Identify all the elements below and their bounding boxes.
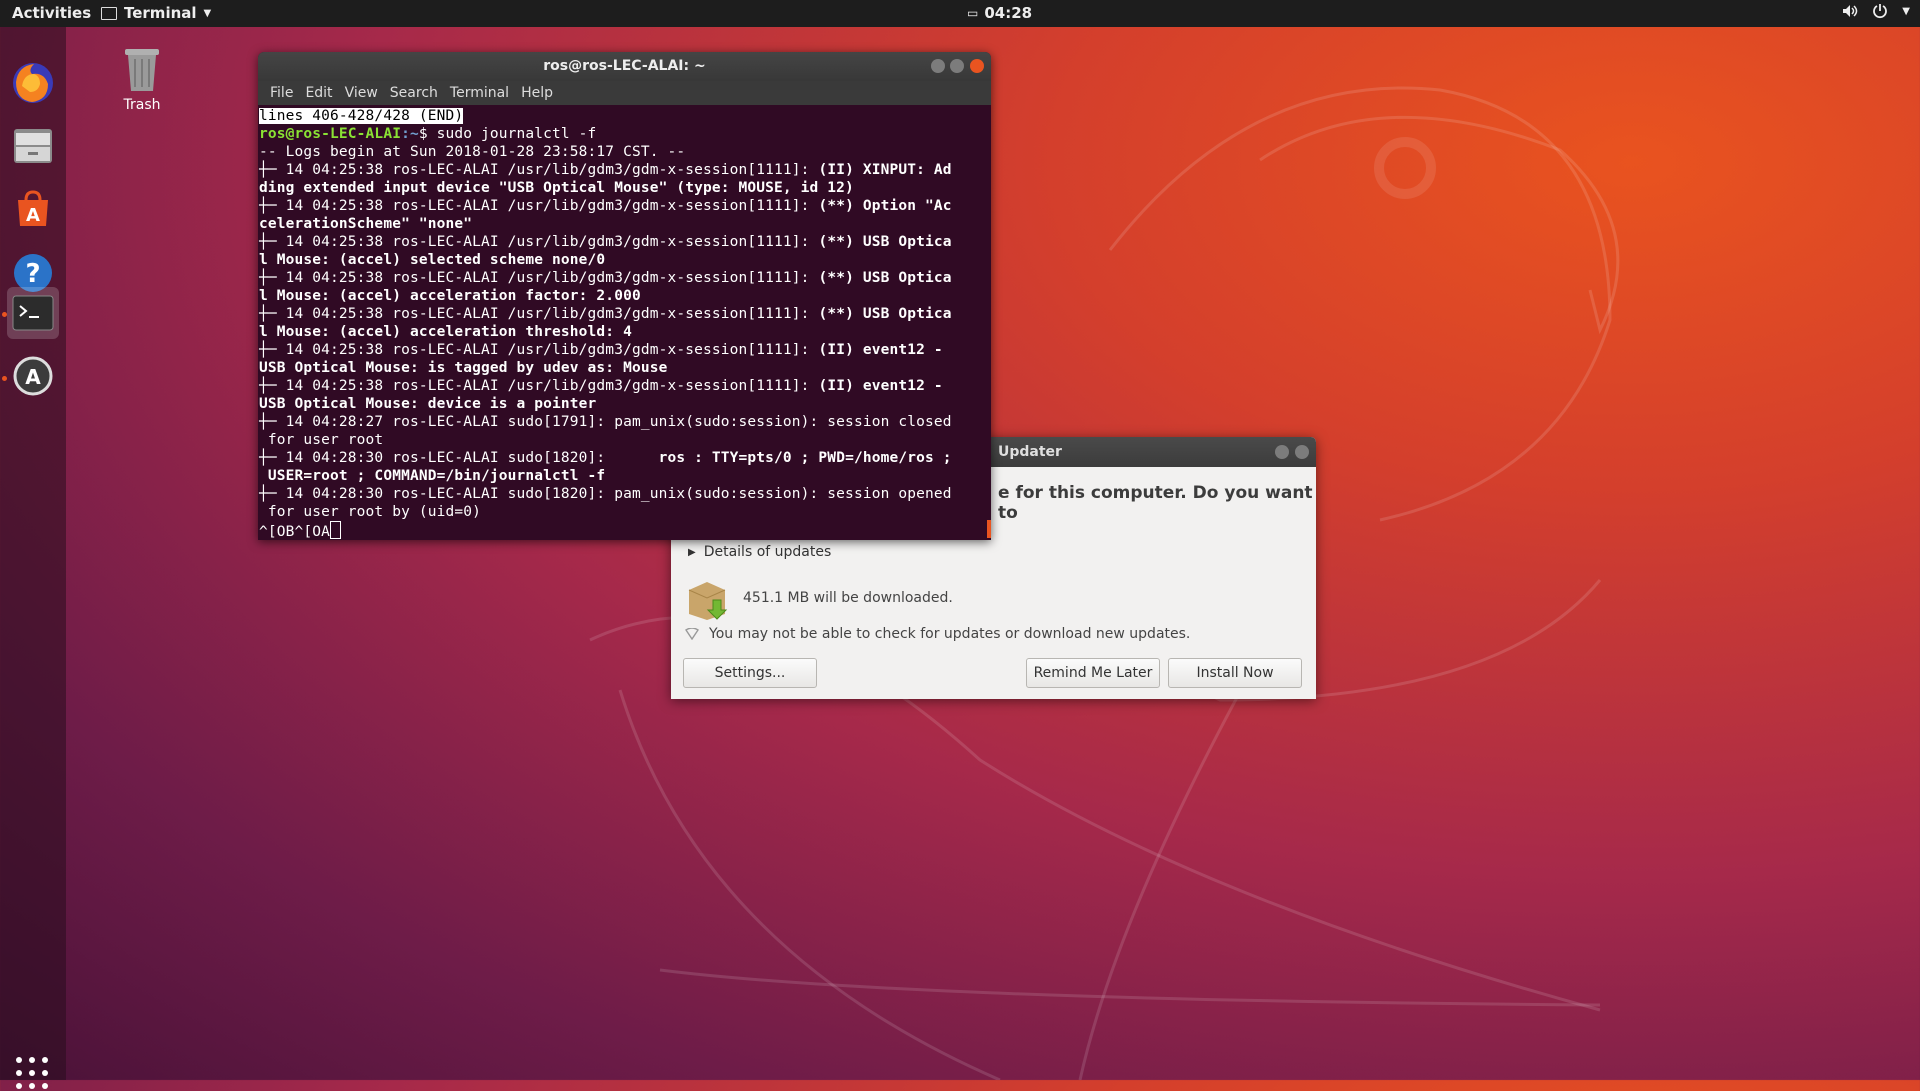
clock-time: 04:28 — [984, 4, 1033, 22]
minimize-button[interactable] — [1275, 445, 1289, 459]
log-line: ┼─ 14 04:25:38 ros-LEC-ALAI /usr/lib/gdm… — [259, 342, 943, 358]
details-label: Details of updates — [703, 544, 832, 560]
log-line: USER=root ; COMMAND=/bin/journalctl -f — [259, 468, 606, 484]
minimize-button[interactable] — [931, 59, 945, 73]
log-line: USB Optical Mouse: device is a pointer — [259, 396, 597, 412]
log-line: ┼─ 14 04:28:30 ros-LEC-ALAI sudo[1820]: … — [259, 486, 952, 502]
trash-desktop-icon[interactable]: Trash — [112, 45, 172, 113]
log-line: for user root by (uid=0) — [259, 504, 481, 520]
terminal-icon — [12, 295, 54, 331]
activities-button[interactable]: Activities — [12, 4, 91, 22]
firefox-icon — [13, 63, 53, 103]
terminal-small-icon — [101, 6, 117, 20]
volume-icon[interactable] — [1842, 4, 1858, 18]
log-line: ┼─ 14 04:25:38 ros-LEC-ALAI /usr/lib/gdm… — [259, 306, 952, 322]
log-line: celerationScheme" "none" — [259, 216, 473, 232]
expander-arrow-icon: ▶ — [688, 546, 696, 558]
maximize-button[interactable] — [950, 59, 964, 73]
log-line: ┼─ 14 04:25:38 ros-LEC-ALAI /usr/lib/gdm… — [259, 378, 943, 394]
svg-text:?: ? — [25, 259, 40, 289]
firefox-launcher[interactable] — [7, 57, 59, 109]
software-launcher[interactable]: A — [7, 183, 59, 235]
menu-file[interactable]: File — [264, 81, 299, 105]
app-menu-label: Terminal — [124, 4, 197, 22]
log-line: ┼─ 14 04:25:38 ros-LEC-ALAI /usr/lib/gdm… — [259, 198, 952, 214]
menu-terminal[interactable]: Terminal — [444, 81, 515, 105]
svg-text:A: A — [25, 365, 41, 389]
pager-status-line: lines 406-428/428 (END) — [259, 108, 464, 124]
install-now-button[interactable]: Install Now — [1168, 658, 1302, 688]
terminal-titlebar[interactable]: ros@ros-LEC-ALAI: ~ — [258, 52, 991, 81]
terminal-window[interactable]: ros@ros-LEC-ALAI: ~ File Edit View Searc… — [258, 52, 991, 540]
terminal-output[interactable]: lines 406-428/428 (END) ros@ros-LEC-ALAI… — [258, 105, 991, 540]
network-icon — [685, 628, 699, 640]
updater-launcher[interactable]: A — [7, 350, 59, 402]
text-cursor — [330, 521, 342, 539]
details-expander[interactable]: ▶ Details of updates — [688, 544, 831, 560]
chevron-down-icon: ▼ — [203, 7, 212, 19]
dock: A ? A — [0, 27, 66, 1089]
close-button[interactable] — [970, 59, 984, 73]
log-line: l Mouse: (accel) acceleration threshold:… — [259, 324, 632, 340]
settings-button[interactable]: Settings... — [683, 658, 817, 688]
app-menu[interactable]: Terminal ▼ — [101, 4, 211, 22]
chevron-down-icon[interactable]: ▼ — [1902, 6, 1910, 17]
prompt-line: ros@ros-LEC-ALAI:~$ sudo journalctl -f — [259, 126, 597, 142]
terminal-title: ros@ros-LEC-ALAI: ~ — [543, 58, 706, 74]
package-download-icon — [688, 582, 728, 620]
terminal-launcher[interactable] — [7, 287, 59, 339]
trash-label: Trash — [123, 97, 161, 113]
log-line: USB Optical Mouse: is tagged by udev as:… — [259, 360, 668, 376]
log-line: for user root — [259, 432, 384, 448]
log-line: ┼─ 14 04:28:27 ros-LEC-ALAI sudo[1791]: … — [259, 414, 952, 430]
files-icon — [14, 129, 52, 163]
log-line: l Mouse: (accel) selected scheme none/0 — [259, 252, 606, 268]
power-icon[interactable] — [1872, 3, 1888, 19]
updater-title: Updater — [998, 444, 1062, 460]
clock[interactable]: ▭ 04:28 — [967, 4, 1032, 22]
updater-message: e for this computer. Do you want to — [998, 483, 1313, 523]
download-size: 451.1 MB will be downloaded. — [743, 590, 953, 606]
log-line: ┼─ 14 04:25:38 ros-LEC-ALAI /usr/lib/gdm… — [259, 234, 952, 250]
network-warning: You may not be able to check for updates… — [685, 626, 1190, 642]
remind-later-button[interactable]: Remind Me Later — [1026, 658, 1160, 688]
log-line: -- Logs begin at Sun 2018-01-28 23:58:17… — [259, 144, 686, 160]
terminal-menubar: File Edit View Search Terminal Help — [258, 81, 991, 105]
software-icon: A — [18, 190, 48, 226]
scroll-indicator[interactable] — [987, 520, 991, 538]
log-line: ┼─ 14 04:25:38 ros-LEC-ALAI /usr/lib/gdm… — [259, 162, 952, 178]
menu-help[interactable]: Help — [515, 81, 559, 105]
close-button[interactable] — [1295, 445, 1309, 459]
apps-grid-icon[interactable] — [16, 1057, 50, 1091]
log-line: ding extended input device "USB Optical … — [259, 180, 854, 196]
files-launcher[interactable] — [7, 120, 59, 172]
menu-view[interactable]: View — [339, 81, 384, 105]
log-line: ┼─ 14 04:28:30 ros-LEC-ALAI sudo[1820]: … — [259, 450, 952, 466]
input-line: ^[OB^[OA — [259, 521, 342, 540]
log-line: ┼─ 14 04:25:38 ros-LEC-ALAI /usr/lib/gdm… — [259, 270, 952, 286]
updater-icon: A — [13, 356, 53, 396]
menu-search[interactable]: Search — [384, 81, 444, 105]
svg-text:A: A — [26, 205, 40, 226]
trash-icon — [125, 49, 159, 91]
top-bar: Activities Terminal ▼ ▭ 04:28 ▼ — [0, 0, 1920, 27]
log-lines: -- Logs begin at Sun 2018-01-28 23:58:17… — [259, 144, 952, 520]
menu-edit[interactable]: Edit — [299, 81, 338, 105]
system-tray[interactable]: ▼ — [1842, 3, 1910, 19]
calendar-icon: ▭ — [967, 6, 979, 20]
log-line: l Mouse: (accel) acceleration factor: 2.… — [259, 288, 641, 304]
warning-text: You may not be able to check for updates… — [709, 626, 1191, 642]
